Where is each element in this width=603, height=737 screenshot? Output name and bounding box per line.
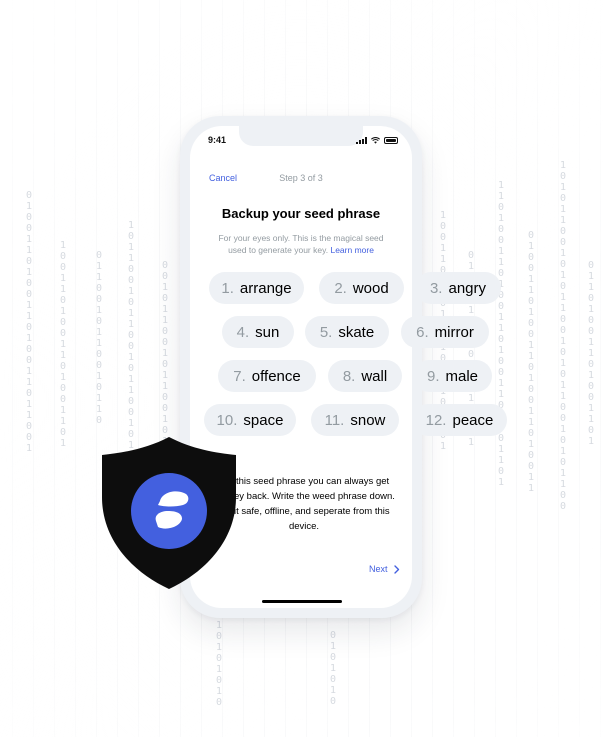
wifi-icon xyxy=(371,137,380,144)
instruction-line: ey back. Write the weed phrase down. xyxy=(234,491,395,502)
seed-word-number: 5. xyxy=(319,323,333,341)
seed-word-number: 7. xyxy=(233,367,246,385)
shield-icon xyxy=(102,437,236,589)
seed-word-number: 9. xyxy=(426,367,440,385)
seed-word-pill: 10. space xyxy=(204,404,296,436)
home-indicator xyxy=(262,600,342,603)
seed-word-text: arrange xyxy=(239,279,292,297)
seed-word-pill: 8. wall xyxy=(328,360,402,392)
seed-word-text: offence xyxy=(251,367,301,385)
seed-word-pill: 7. offence xyxy=(218,360,316,392)
seed-word-number: 6. xyxy=(416,323,429,341)
seed-word-pill: 6. mirror xyxy=(401,316,489,348)
instruction-line: it safe, offline, and seperate from this xyxy=(234,506,390,517)
step-indicator: Step 3 of 3 xyxy=(279,173,323,183)
seed-word-number: 12. xyxy=(425,411,447,429)
seed-word-text: wood xyxy=(352,279,389,297)
seed-word-number: 4. xyxy=(236,323,250,341)
seed-word-text: space xyxy=(243,411,284,429)
learn-more-link[interactable]: Learn more xyxy=(330,245,373,255)
seed-word-text: mirror xyxy=(434,323,474,341)
seed-word-pill: 5. skate xyxy=(305,316,389,348)
seed-word-pill: 9. male xyxy=(413,360,492,392)
seed-word-text: sun xyxy=(255,323,280,341)
seed-word-text: angry xyxy=(448,279,487,297)
seed-word-pill: 12. peace xyxy=(412,404,507,436)
seed-word-number: 10. xyxy=(216,411,238,429)
seed-word-text: snow xyxy=(350,411,386,429)
seed-word-text: peace xyxy=(452,411,494,429)
seed-word-number: 11. xyxy=(324,411,345,429)
instruction-line: device. xyxy=(288,521,320,532)
page-title: Backup your seed phrase xyxy=(221,206,381,221)
seed-word-pill: 2. wood xyxy=(319,272,404,304)
seed-word-pill: 3. angry xyxy=(415,272,501,304)
status-icons xyxy=(356,137,398,144)
next-button[interactable]: Next xyxy=(369,564,400,574)
battery-icon xyxy=(384,137,398,144)
seed-word-pill: 11. snow xyxy=(311,404,399,436)
seed-word-number: 3. xyxy=(429,279,443,297)
next-label: Next xyxy=(369,564,388,574)
seed-word-number: 2. xyxy=(334,279,347,297)
seed-word-text: male xyxy=(445,367,479,385)
seed-word-number: 1. xyxy=(221,279,234,297)
seed-word-number: 8. xyxy=(342,367,356,385)
seed-word-text: wall xyxy=(361,367,388,385)
seed-word-pill: 4. sun xyxy=(222,316,294,348)
seed-word-text: skate xyxy=(338,323,375,341)
chevron-right-icon xyxy=(393,564,399,574)
instruction-line: this seed phrase you can always get xyxy=(236,476,390,487)
seed-word-pill: 1. arrange xyxy=(209,272,304,304)
phone-notch xyxy=(239,126,363,146)
status-time: 9:41 xyxy=(208,135,227,145)
signal-icon xyxy=(356,137,367,144)
page-subtitle: For your eyes only. This is the magical … xyxy=(210,232,392,256)
